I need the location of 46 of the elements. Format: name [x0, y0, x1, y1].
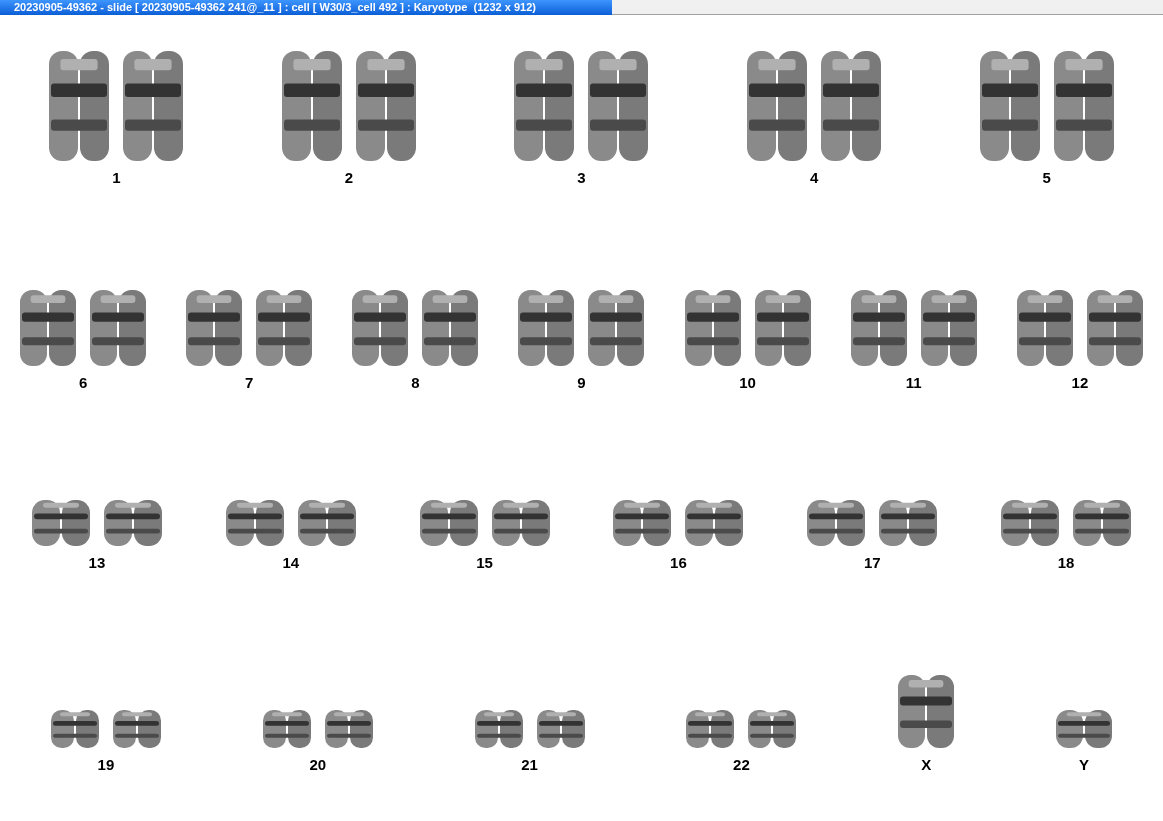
- chromosome-drawing: [102, 499, 163, 547]
- chromosome-drawing: [535, 709, 586, 749]
- chromosome-drawing: [684, 499, 745, 547]
- chromosome-drawing: [296, 499, 357, 547]
- chromosome-drawing: [612, 499, 673, 547]
- chromosome-drawing: [1000, 499, 1061, 547]
- chromosome-label: 16: [670, 555, 687, 570]
- chromosome-label: 20: [309, 757, 327, 772]
- chromosome-drawing: [49, 709, 100, 749]
- chromosome-drawing: [878, 499, 939, 547]
- chromosome-drawing: [30, 499, 91, 547]
- chromosome-label: 10: [739, 375, 756, 390]
- chromosome-drawing: [1072, 499, 1133, 547]
- chromosome-label: 15: [476, 555, 493, 570]
- chromosome-drawing: [685, 709, 736, 749]
- chromosome-drawing: [323, 709, 374, 749]
- chromosome-label: Y: [1079, 757, 1090, 772]
- chromosome-label: 9: [577, 375, 586, 390]
- chromosome-label: 3: [577, 170, 586, 185]
- chromosome-label: 11: [905, 375, 922, 390]
- chromosome-label: 17: [863, 555, 881, 570]
- chromosome-label: 7: [245, 375, 254, 390]
- chromosome-label: 18: [1057, 555, 1075, 570]
- chromosome-drawing: [224, 499, 285, 547]
- chromosome-drawing: [261, 709, 312, 749]
- chromosome-label: 22: [733, 757, 750, 772]
- chromosome-drawing: [111, 709, 162, 749]
- chromosome-label: 4: [809, 170, 819, 185]
- chromosome-label: 6: [78, 375, 88, 390]
- chromosome-drawing: [806, 499, 867, 547]
- chromosome-label: 5: [1042, 170, 1051, 185]
- chromosome-drawing: [747, 709, 798, 749]
- chromosome-drawing: [1055, 709, 1114, 749]
- chromosome-drawing: [418, 499, 479, 547]
- chromosome-label: 1: [112, 170, 121, 185]
- chromosome-label: 14: [282, 555, 300, 570]
- chromosome-label: 12: [1071, 375, 1089, 390]
- chromosome-drawing: [473, 709, 524, 749]
- chromosome-label: 13: [88, 555, 106, 570]
- chromosome-label: X: [921, 757, 932, 772]
- chromosome-label: 19: [97, 757, 115, 772]
- chromosome-label: 8: [411, 375, 420, 390]
- chromosome-label: 2: [344, 170, 354, 185]
- chromosome-drawing: [490, 499, 551, 547]
- window-title: 20230905-49362 - slide [ 20230905-49362 241@_11 ] : cell [ W30/3_cell 492 ] : Karyotype (1232 x 912): [0, 0, 612, 15]
- chromosome-label: 21: [521, 757, 538, 772]
